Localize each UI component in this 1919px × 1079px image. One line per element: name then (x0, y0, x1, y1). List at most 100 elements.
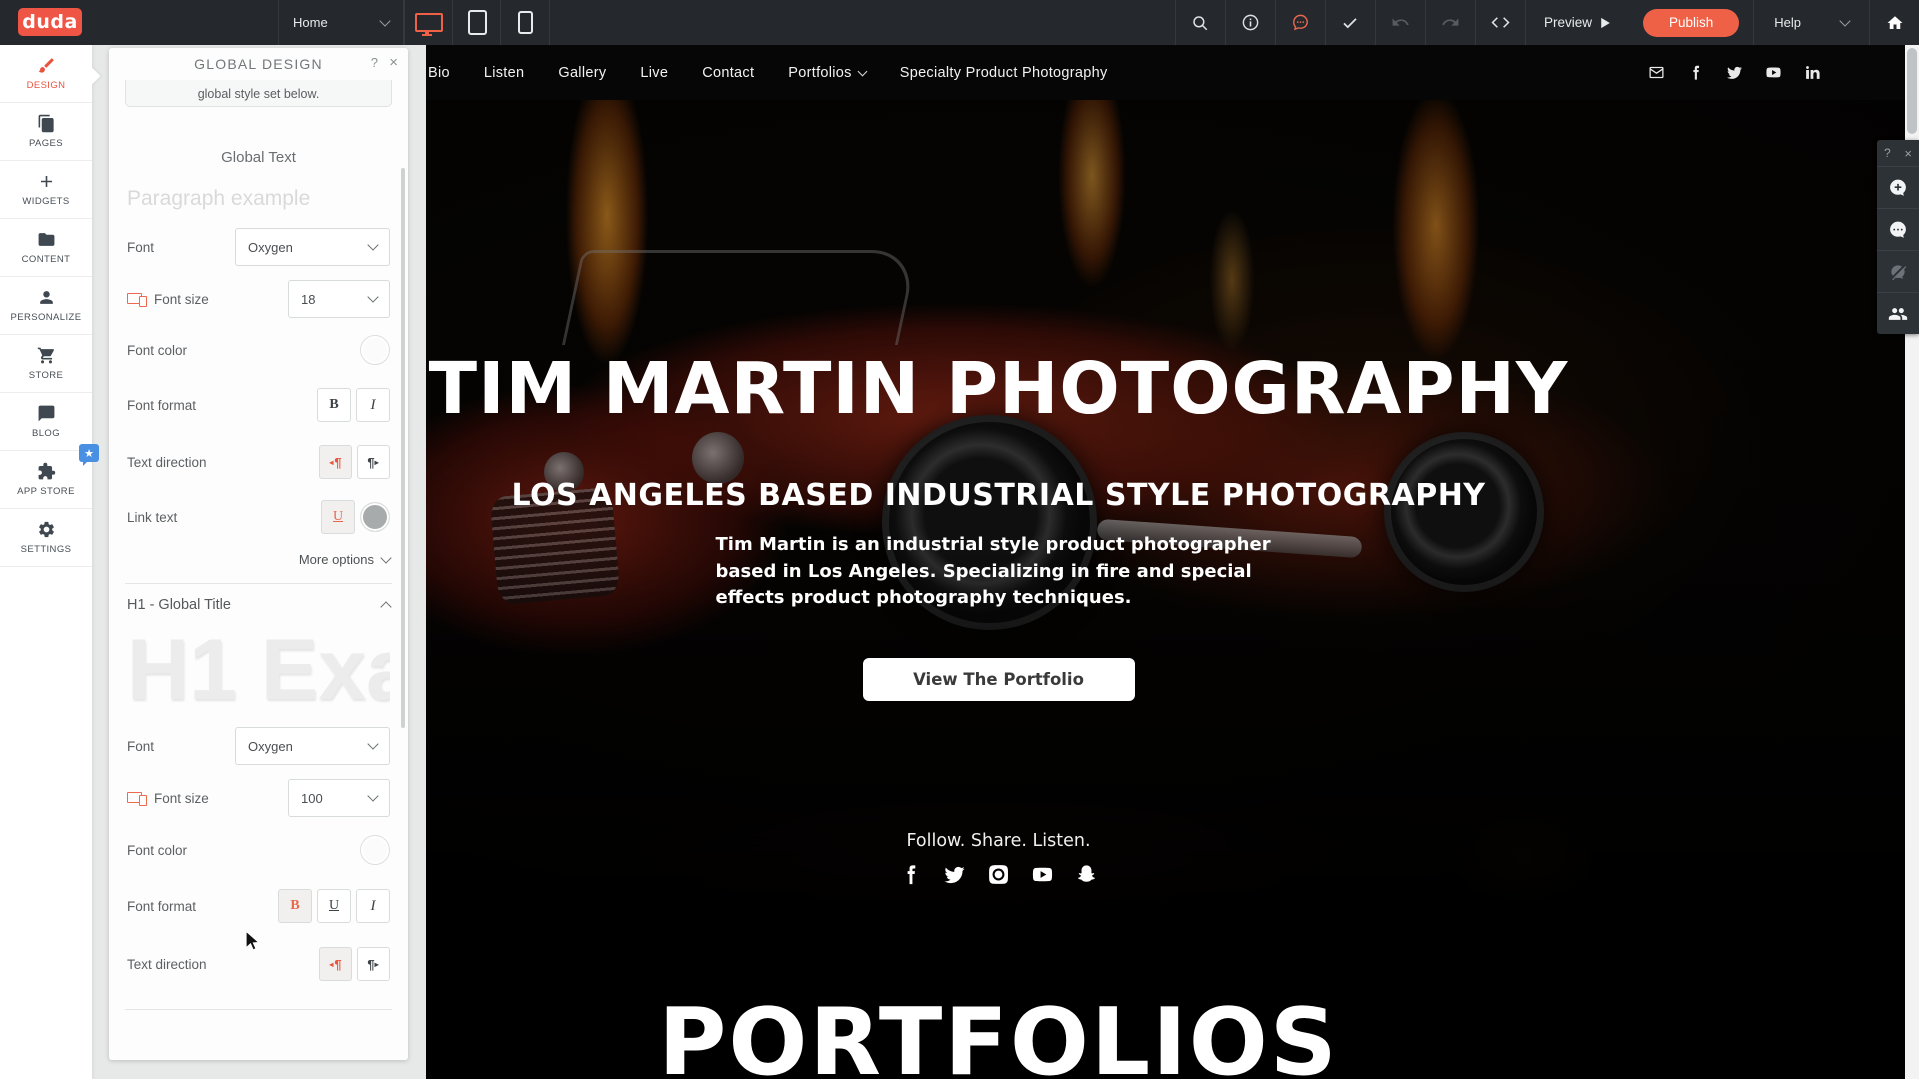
mobile-view-button[interactable] (500, 0, 550, 45)
comments-hidden-icon (1888, 262, 1908, 282)
panel-title: GLOBAL DESIGN (194, 56, 323, 72)
sidebar-item-pages[interactable]: PAGES (0, 103, 92, 161)
desktop-icon (415, 13, 443, 32)
h1-font-select[interactable]: Oxygen (235, 727, 390, 765)
sidebar-item-app-store[interactable]: ★ APP STORE (0, 451, 92, 509)
h1-underline-button[interactable]: U (317, 889, 351, 923)
redo-button[interactable] (1425, 0, 1475, 45)
font-size-label: Font size (127, 292, 209, 307)
font-format-label: Font format (127, 398, 196, 413)
bold-button[interactable]: B (317, 388, 351, 422)
nav-item-specialty[interactable]: Specialty Product Photography (900, 65, 1108, 81)
global-design-panel: GLOBAL DESIGN ? × global style set below… (109, 48, 408, 1060)
panel-close-button[interactable]: × (389, 54, 398, 71)
sidebar-item-personalize[interactable]: PERSONALIZE (0, 277, 92, 335)
font-color-swatch[interactable] (360, 335, 390, 365)
text-direction-ltr-button[interactable]: ◂¶ (319, 445, 352, 479)
youtube-icon[interactable] (1031, 863, 1054, 886)
site-scrollbar-thumb[interactable] (1907, 48, 1917, 134)
gear-icon (37, 520, 56, 539)
feedback-button[interactable] (1275, 0, 1325, 45)
font-label: Font (127, 240, 154, 255)
plus-icon (37, 172, 56, 191)
publish-button[interactable]: Publish (1643, 9, 1739, 37)
linkedin-icon[interactable] (1804, 64, 1821, 81)
help-dropdown[interactable]: Help (1753, 0, 1869, 45)
youtube-icon[interactable] (1765, 64, 1782, 81)
save-check-button[interactable] (1325, 0, 1375, 45)
instagram-icon[interactable] (987, 863, 1010, 886)
undo-button[interactable] (1375, 0, 1425, 45)
check-icon (1341, 14, 1359, 32)
nav-item-live[interactable]: Live (640, 65, 668, 81)
app-store-star-badge: ★ (79, 444, 99, 462)
sidebar-item-blog[interactable]: BLOG (0, 393, 92, 451)
email-icon[interactable] (1648, 64, 1665, 81)
twitter-icon[interactable] (943, 863, 966, 886)
h1-global-title-section-header[interactable]: H1 - Global Title (127, 597, 390, 613)
pilcrow-icon: ¶ (334, 455, 341, 470)
sidebar-item-content[interactable]: CONTENT (0, 219, 92, 277)
nav-item-portfolios[interactable]: Portfolios (788, 65, 865, 81)
float-help-button[interactable]: ? (1884, 146, 1891, 160)
add-comment-button[interactable] (1877, 166, 1919, 208)
h1-font-color-swatch[interactable] (360, 835, 390, 865)
more-options-link[interactable]: More options (127, 552, 390, 567)
panel-scrollbar-thumb[interactable] (401, 168, 405, 728)
h1-font-size-value: 100 (301, 791, 323, 806)
sidebar-item-widgets[interactable]: WIDGETS (0, 161, 92, 219)
dev-mode-button[interactable] (1475, 0, 1525, 45)
global-text-heading: Global Text (127, 149, 390, 166)
facebook-icon[interactable] (899, 863, 922, 886)
twitter-icon[interactable] (1726, 64, 1743, 81)
preview-button[interactable]: Preview (1525, 0, 1629, 45)
h1-text-direction-rtl-button[interactable]: ¶▸ (357, 947, 390, 981)
sidebar-item-design[interactable]: DESIGN (0, 45, 92, 103)
tablet-view-button[interactable] (452, 0, 501, 45)
hide-comments-button[interactable] (1877, 250, 1919, 292)
h1-text-direction-ltr-button[interactable]: ◂¶ (319, 947, 352, 981)
link-underline-button[interactable]: U (321, 500, 355, 534)
feedback-chat-icon (1291, 13, 1310, 32)
text-direction-rtl-button[interactable]: ¶▸ (357, 445, 390, 479)
desktop-view-button[interactable] (404, 0, 453, 45)
responsive-devices-icon (127, 292, 147, 307)
comments-icon (1888, 220, 1908, 240)
page-selector-value: Home (293, 15, 328, 30)
comments-button[interactable] (1877, 208, 1919, 250)
facebook-icon[interactable] (1687, 64, 1704, 81)
chevron-down-icon (379, 15, 390, 26)
search-button[interactable] (1175, 0, 1225, 45)
info-button[interactable] (1225, 0, 1275, 45)
nav-item-bio[interactable]: Bio (428, 65, 450, 81)
nav-item-listen[interactable]: Listen (484, 65, 525, 81)
page-selector-dropdown[interactable]: Home (278, 0, 404, 45)
snapchat-icon[interactable] (1075, 863, 1098, 886)
collaborators-button[interactable] (1877, 292, 1919, 334)
view-portfolio-button[interactable]: View The Portfolio (863, 658, 1135, 701)
tablet-icon (468, 10, 487, 35)
h1-font-size-select[interactable]: 100 (288, 779, 390, 817)
font-format-label: Font format (127, 899, 196, 914)
italic-button[interactable]: I (356, 388, 390, 422)
nav-item-gallery[interactable]: Gallery (558, 65, 606, 81)
h1-bold-button[interactable]: B (278, 889, 312, 923)
font-size-select[interactable]: 18 (288, 280, 390, 318)
panel-help-button[interactable]: ? (371, 55, 378, 70)
chevron-down-icon (367, 738, 378, 749)
font-label: Font (127, 739, 154, 754)
chevron-down-icon (380, 552, 391, 563)
nav-item-contact[interactable]: Contact (702, 65, 754, 81)
puzzle-icon (37, 462, 56, 481)
link-color-swatch[interactable] (360, 502, 390, 532)
sidebar-item-store[interactable]: STORE (0, 335, 92, 393)
chevron-down-icon (857, 66, 867, 76)
sidebar-item-settings[interactable]: SETTINGS (0, 509, 92, 567)
chevron-down-icon (367, 790, 378, 801)
font-select[interactable]: Oxygen (235, 228, 390, 266)
float-close-button[interactable]: × (1904, 146, 1912, 161)
h1-italic-button[interactable]: I (356, 889, 390, 923)
dashboard-home-button[interactable] (1869, 0, 1919, 45)
duda-logo[interactable]: duda (18, 8, 82, 36)
folder-icon (37, 230, 56, 249)
